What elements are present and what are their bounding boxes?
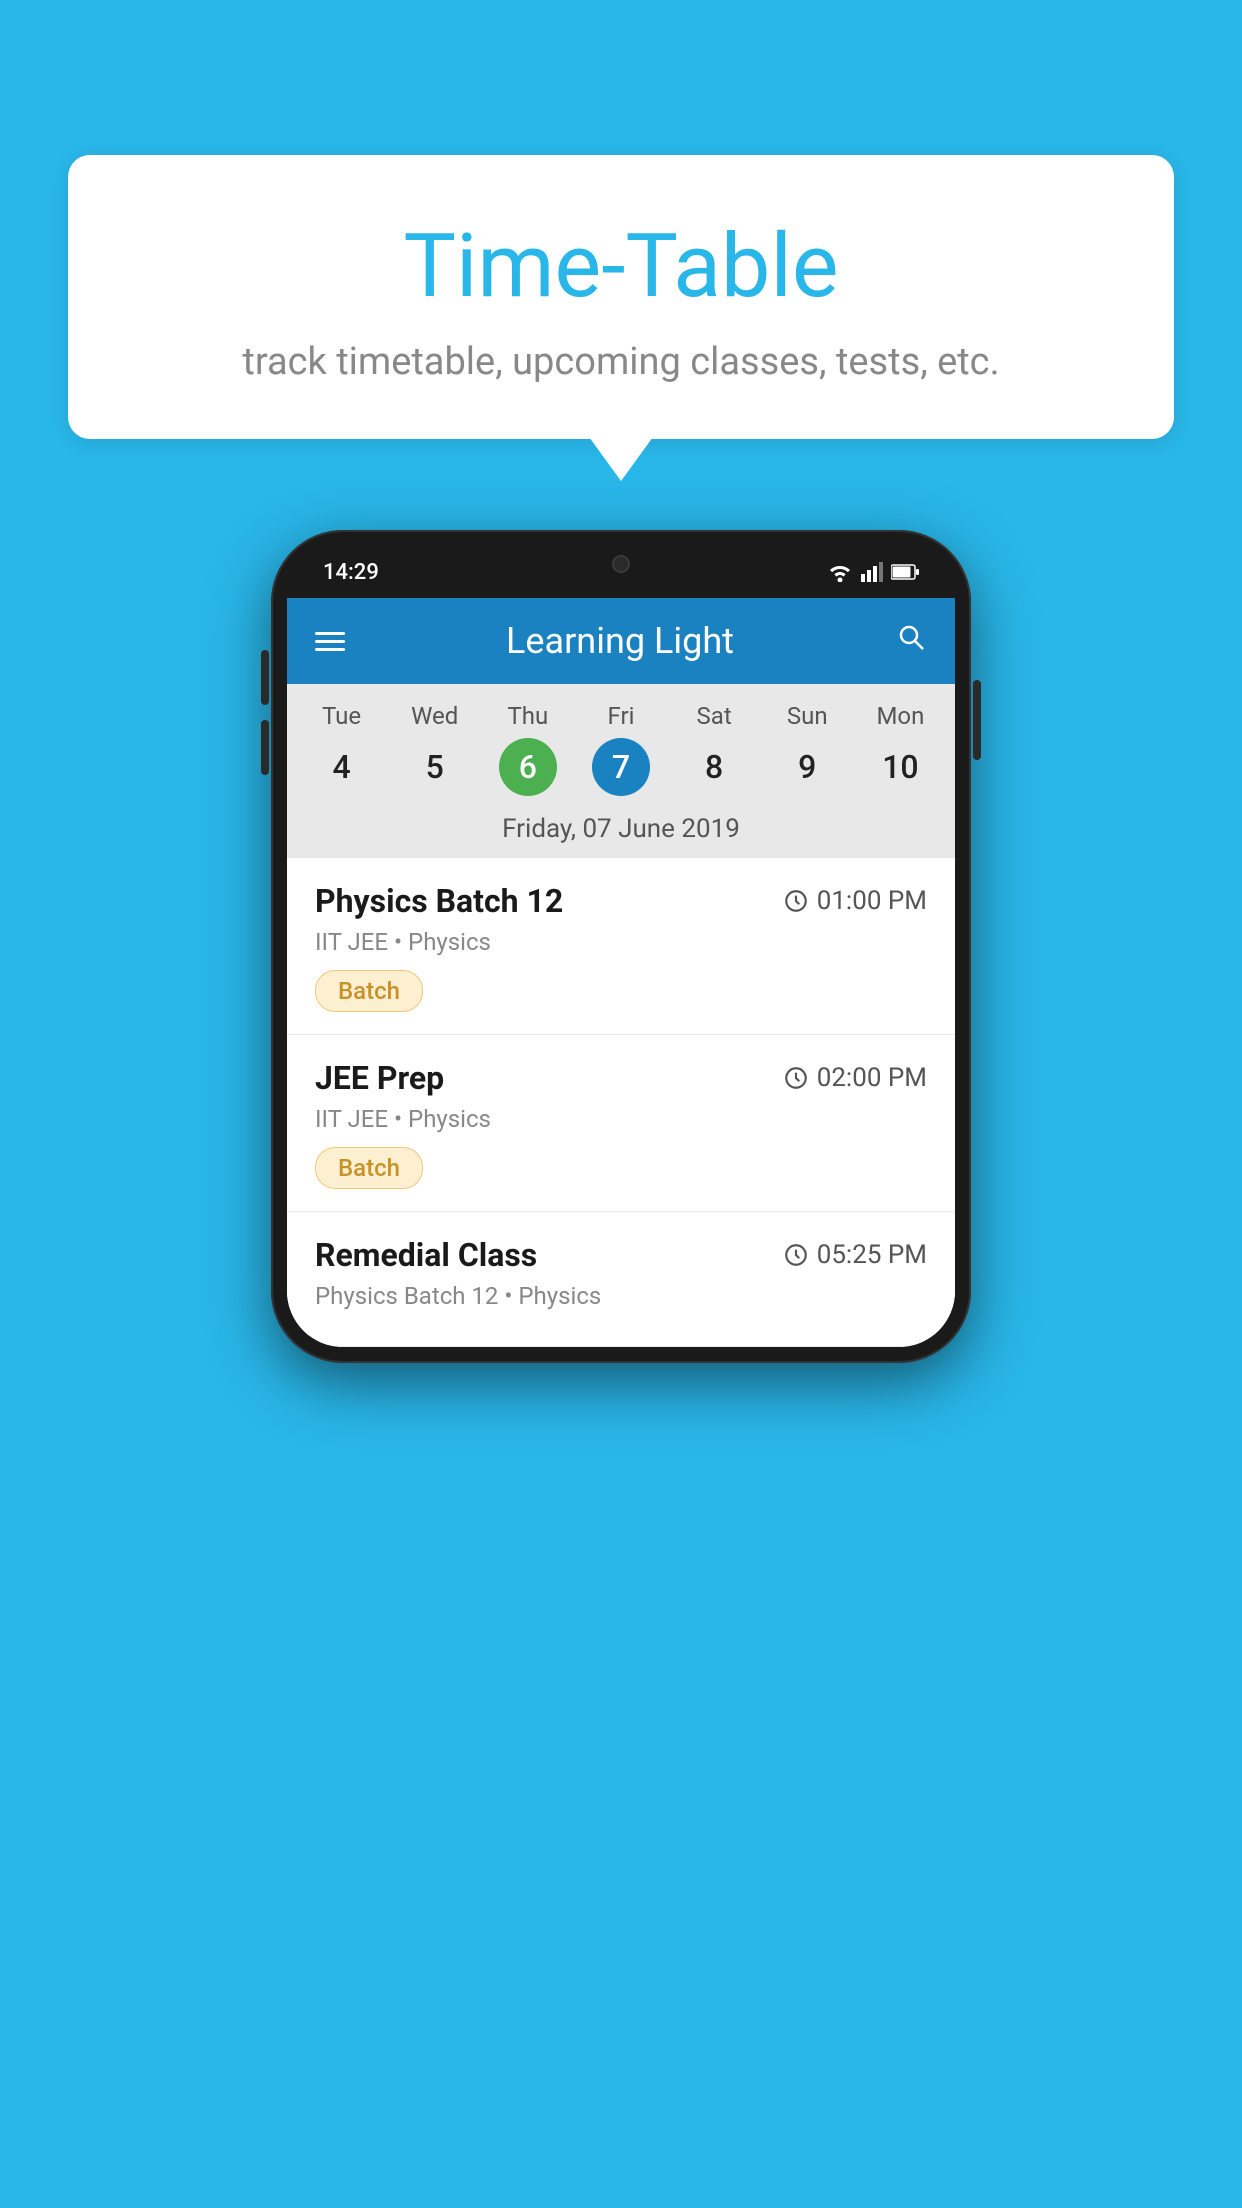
event-card-0[interactable]: Physics Batch 12 01:00 PM IIT JEE • Physic… <box>287 858 955 1035</box>
event-card-2[interactable]: Remedial Class 05:25 PM Physics Batch 12 •… <box>287 1212 955 1347</box>
event-card-1[interactable]: JEE Prep 02:00 PM IIT JEE • Physics Batch <box>287 1035 955 1212</box>
clock-icon <box>783 888 809 914</box>
day-number: 7 <box>592 738 650 796</box>
event-time: 02:00 PM <box>783 1063 927 1093</box>
calendar-strip: Tue 4 Wed 5 Thu 6 Fri 7 Sat 8 Sun 9 Mon 10 Friday, 07… <box>287 684 955 858</box>
day-cell-wed[interactable]: Wed 5 <box>395 702 475 796</box>
day-cell-mon[interactable]: Mon 10 <box>860 702 940 796</box>
batch-badge: Batch <box>315 1147 423 1189</box>
day-cell-sun[interactable]: Sun 9 <box>767 702 847 796</box>
event-category: IIT JEE • Physics <box>315 928 927 956</box>
speech-bubble: Time-Table track timetable, upcoming cla… <box>68 155 1174 439</box>
day-name: Fri <box>608 702 635 730</box>
phone-top-bar: 14:29 <box>287 546 955 598</box>
day-cell-thu[interactable]: Thu 6 <box>488 702 568 796</box>
day-name: Sun <box>787 702 828 730</box>
day-cell-tue[interactable]: Tue 4 <box>302 702 382 796</box>
events-list: Physics Batch 12 01:00 PM IIT JEE • Physic… <box>287 858 955 1347</box>
event-title: JEE Prep <box>315 1059 444 1097</box>
speech-bubble-container: Time-Table track timetable, upcoming cla… <box>68 155 1174 439</box>
power-button[interactable] <box>973 680 981 760</box>
search-icon[interactable] <box>895 620 927 662</box>
app-subtitle: track timetable, upcoming classes, tests… <box>128 340 1114 384</box>
clock-icon <box>783 1242 809 1268</box>
day-cell-sat[interactable]: Sat 8 <box>674 702 754 796</box>
event-time: 05:25 PM <box>783 1240 927 1270</box>
event-header: Remedial Class 05:25 PM <box>315 1236 927 1274</box>
day-number: 10 <box>871 738 929 796</box>
volume-up-button[interactable] <box>261 650 269 705</box>
day-number: 8 <box>685 738 743 796</box>
clock-icon <box>783 1065 809 1091</box>
day-name: Thu <box>507 702 548 730</box>
status-time: 14:29 <box>323 560 379 585</box>
phone-screen: Learning Light Tue4Wed5Thu6Fri7Sat8Sun9M… <box>287 598 955 1347</box>
day-number: 4 <box>313 738 371 796</box>
day-name: Mon <box>876 702 924 730</box>
menu-icon[interactable] <box>315 632 345 651</box>
signal-icon <box>861 562 883 582</box>
event-header: JEE Prep 02:00 PM <box>315 1059 927 1097</box>
app-header: Learning Light <box>287 598 955 684</box>
day-cell-fri[interactable]: Fri 7 <box>581 702 661 796</box>
days-row: Tue 4 Wed 5 Thu 6 Fri 7 Sat 8 Sun 9 Mon 10 <box>295 698 947 800</box>
phone-frame: 14:29 <box>271 530 971 1363</box>
volume-down-button[interactable] <box>261 720 269 775</box>
event-title: Remedial Class <box>315 1236 537 1274</box>
day-name: Sat <box>697 702 732 730</box>
event-category: Physics Batch 12 • Physics <box>315 1282 927 1310</box>
event-header: Physics Batch 12 01:00 PM <box>315 882 927 920</box>
day-name: Tue <box>322 702 361 730</box>
selected-date-label: Friday, 07 June 2019 <box>295 800 947 858</box>
front-camera <box>612 555 630 573</box>
phone-wrapper: 14:29 <box>271 530 971 1363</box>
battery-icon <box>891 564 919 580</box>
status-icons <box>827 562 919 582</box>
day-name: Wed <box>411 702 458 730</box>
day-number: 6 <box>499 738 557 796</box>
app-title: Time-Table <box>128 215 1114 318</box>
batch-badge: Batch <box>315 970 423 1012</box>
day-number: 5 <box>406 738 464 796</box>
app-header-title: Learning Light <box>506 620 734 662</box>
event-category: IIT JEE • Physics <box>315 1105 927 1133</box>
day-number: 9 <box>778 738 836 796</box>
phone-notch <box>576 546 666 582</box>
wifi-icon <box>827 562 853 582</box>
event-time: 01:00 PM <box>783 886 927 916</box>
event-title: Physics Batch 12 <box>315 882 563 920</box>
